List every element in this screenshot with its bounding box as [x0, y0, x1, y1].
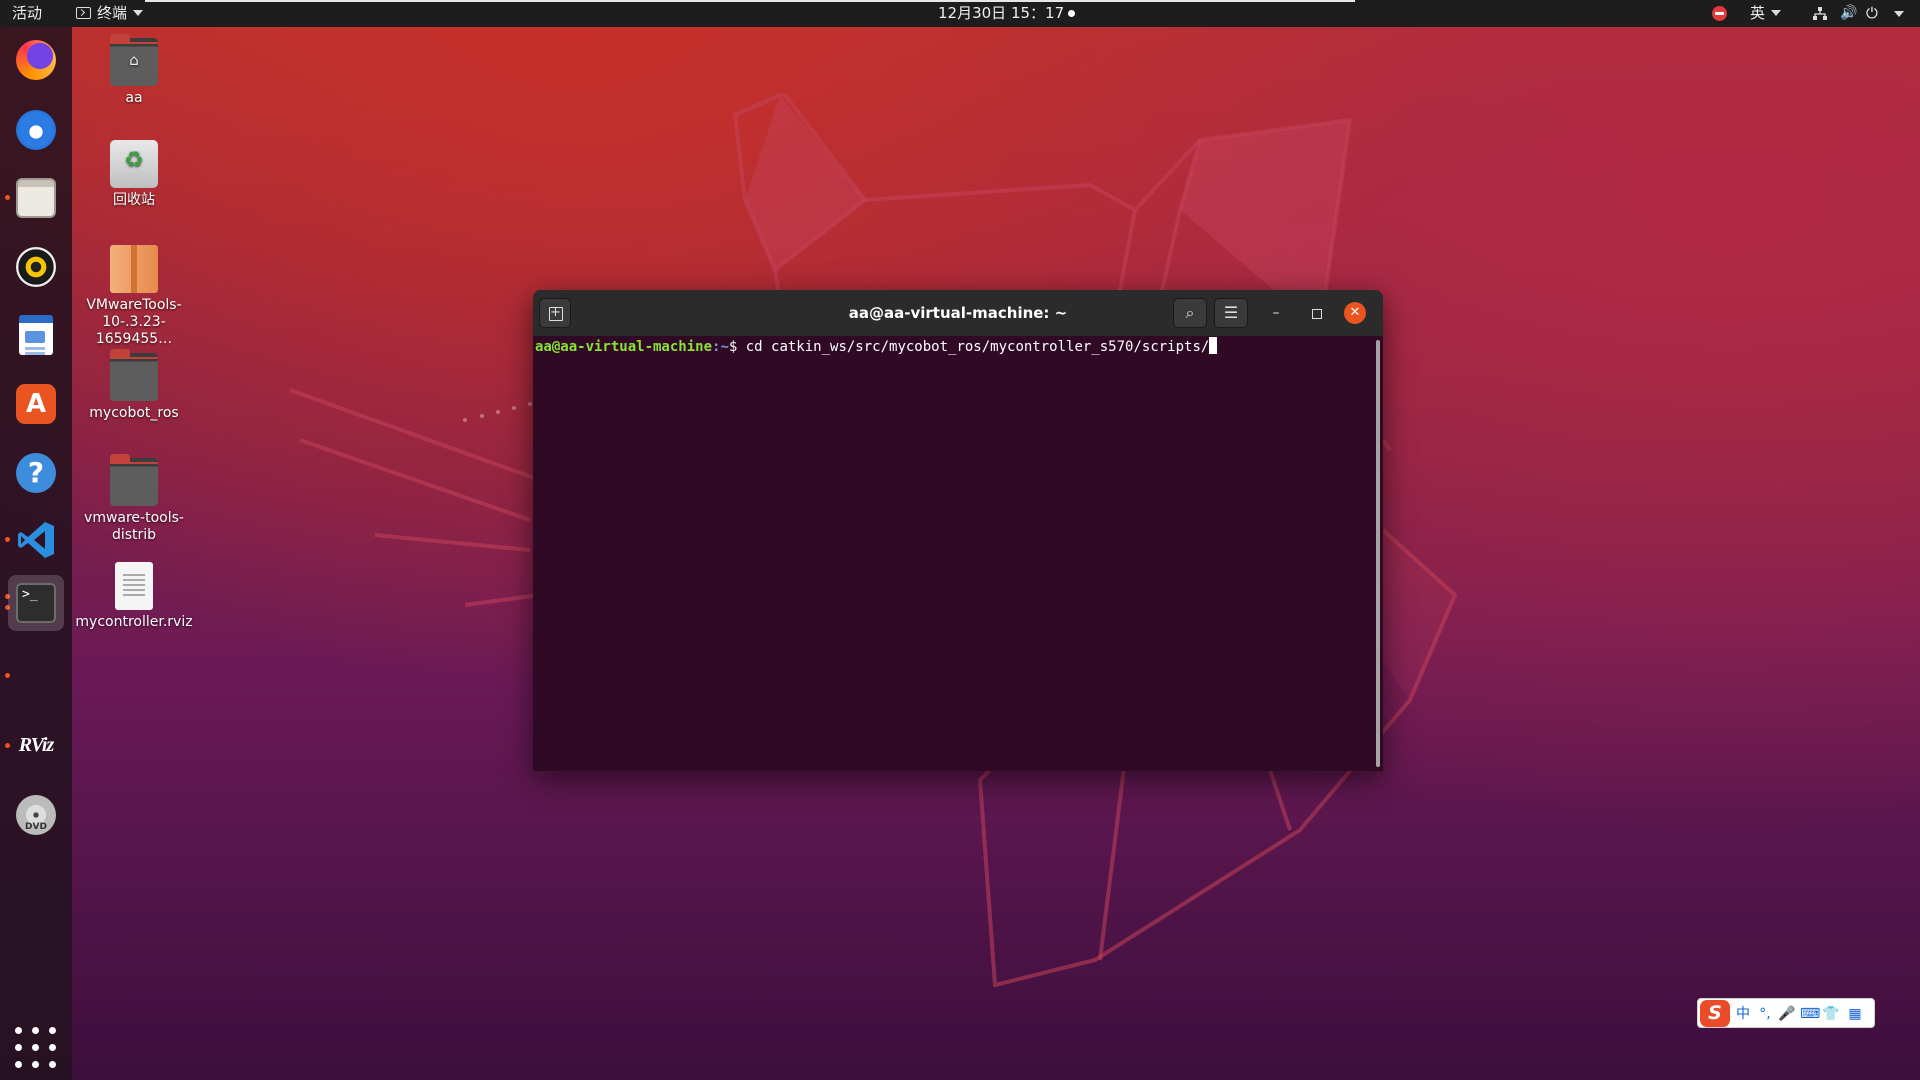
app-menu-label: 终端 [97, 4, 128, 22]
do-not-disturb-icon[interactable] [1712, 6, 1727, 21]
home-folder-icon: ⌂ [110, 34, 158, 86]
search-button[interactable]: ⌕ [1173, 298, 1207, 328]
terminal-output[interactable]: aa@aa-virtual-machine:~$ cd catkin_ws/sr… [533, 336, 1383, 771]
vscode-icon [18, 522, 54, 558]
chevron-down-icon [133, 10, 144, 16]
desktop-icon-label: 回收站 [113, 192, 155, 208]
dock-firefox[interactable] [8, 32, 64, 88]
dock-terminal[interactable]: >_ [8, 575, 64, 631]
network-icon[interactable] [1813, 7, 1827, 20]
dock-dvd[interactable]: DVD [8, 787, 64, 843]
prompt-path: :~ [712, 339, 729, 355]
minimize-button[interactable]: – [1265, 302, 1287, 324]
show-applications-icon[interactable] [15, 1027, 57, 1069]
document-icon [115, 562, 153, 610]
punctuation-toggle[interactable]: °, [1756, 1004, 1774, 1024]
ubuntu-software-icon: A [16, 384, 56, 424]
dock-help[interactable]: ? [8, 445, 64, 501]
prompt-symbol: $ [728, 339, 746, 355]
toolbox-icon[interactable]: ▦ [1846, 1004, 1864, 1024]
input-language-menu[interactable]: 英 [1750, 0, 1782, 27]
top-bar: 活动 终端 12月30日 15：17 英 🔊 ⏻ [0, 0, 1920, 27]
desktop-icon-label: VMwareTools-10-.3.23-1659455… [86, 297, 182, 347]
chevron-down-icon [1771, 10, 1782, 16]
microphone-icon[interactable]: 🎤 [1778, 1004, 1796, 1024]
terminal-window[interactable]: aa@aa-virtual-machine: ~ ⌕ ☰ – ✕ aa@aa-v… [533, 290, 1383, 771]
thunderbird-icon [16, 110, 56, 150]
hamburger-menu-button[interactable]: ☰ [1214, 298, 1248, 328]
folder-icon [110, 349, 158, 401]
desktop-icon-vmwaretools[interactable]: VMwareTools-10-.3.23-1659455… [74, 245, 194, 348]
firefox-icon [16, 40, 56, 80]
window-title: aa@aa-virtual-machine: ~ [848, 304, 1068, 322]
scrollbar[interactable] [1376, 340, 1380, 767]
help-icon: ? [16, 453, 56, 493]
terminal-icon: >_ [16, 583, 56, 623]
dock-thunderbird[interactable] [8, 102, 64, 158]
trash-icon: ♻ [110, 140, 158, 188]
dock-rviz[interactable]: RViz [8, 717, 64, 773]
folder-icon [110, 454, 158, 506]
chevron-down-icon[interactable] [1894, 11, 1904, 17]
dock-libreoffice-writer[interactable] [8, 307, 64, 363]
language-label: 英 [1750, 4, 1766, 22]
clock[interactable]: 12月30日 15：17 [938, 0, 1064, 27]
ime-mode-toggle[interactable]: 中 [1734, 1004, 1752, 1024]
sogou-logo-icon[interactable]: S [1700, 1000, 1730, 1027]
desktop-icon-vmware-tools-distrib[interactable]: vmware-tools-distrib [74, 454, 194, 544]
libreoffice-writer-icon [19, 315, 53, 355]
power-icon[interactable]: ⏻ [1866, 5, 1878, 21]
desktop-icon-trash[interactable]: ♻ 回收站 [74, 140, 194, 209]
dock-ubuntu-software[interactable]: A [8, 376, 64, 432]
prompt-user: aa@aa-virtual-machine [535, 339, 713, 355]
ime-toolbar[interactable]: S 中 °, 🎤 ⌨ 👕 ▦ [1697, 998, 1875, 1028]
text-cursor [1209, 337, 1218, 354]
rhythmbox-icon [16, 247, 56, 287]
close-button[interactable]: ✕ [1344, 302, 1366, 324]
desktop-icon-mycobot-ros[interactable]: mycobot_ros [74, 349, 194, 422]
skin-icon[interactable]: 👕 [1822, 1004, 1840, 1024]
dock-vscode[interactable] [8, 512, 64, 568]
desktop-icon-label: aa [125, 90, 143, 106]
archive-icon [110, 245, 158, 293]
command-input[interactable]: cd catkin_ws/src/mycobot_ros/mycontrolle… [746, 339, 1210, 355]
desktop-icon-aa[interactable]: ⌂ aa [74, 34, 194, 107]
maximize-button[interactable] [1305, 302, 1327, 324]
notification-dot-icon [1068, 10, 1075, 17]
loading-indicator [145, 0, 1355, 2]
dvd-icon: DVD [16, 795, 56, 835]
files-icon [16, 178, 56, 218]
terminal-header-bar[interactable]: aa@aa-virtual-machine: ~ ⌕ ☰ – ✕ [533, 290, 1383, 336]
desktop-icon-label: mycobot_ros [89, 405, 179, 421]
desktop-icon-mycontroller-rviz[interactable]: mycontroller.rviz [74, 562, 194, 631]
keyboard-icon[interactable]: ⌨ [1800, 1004, 1820, 1024]
desktop-icon-label: mycontroller.rviz [75, 614, 193, 630]
desktop-icon-label: vmware-tools-distrib [84, 510, 184, 543]
dock-rhythmbox[interactable] [8, 239, 64, 295]
volume-icon[interactable]: 🔊 [1840, 6, 1857, 21]
dvd-label: DVD [25, 822, 47, 832]
app-menu[interactable]: 终端 [76, 0, 144, 27]
activities-button[interactable]: 活动 [12, 0, 42, 27]
rviz-icon: RViz [18, 734, 55, 756]
dock-files[interactable] [8, 170, 64, 226]
running-indicator [5, 673, 10, 678]
dock: A ? >_ RViz DVD [0, 27, 72, 1080]
menu-icon: ☰ [1223, 303, 1239, 322]
search-icon: ⌕ [1185, 303, 1195, 322]
terminal-mini-icon [76, 7, 91, 19]
